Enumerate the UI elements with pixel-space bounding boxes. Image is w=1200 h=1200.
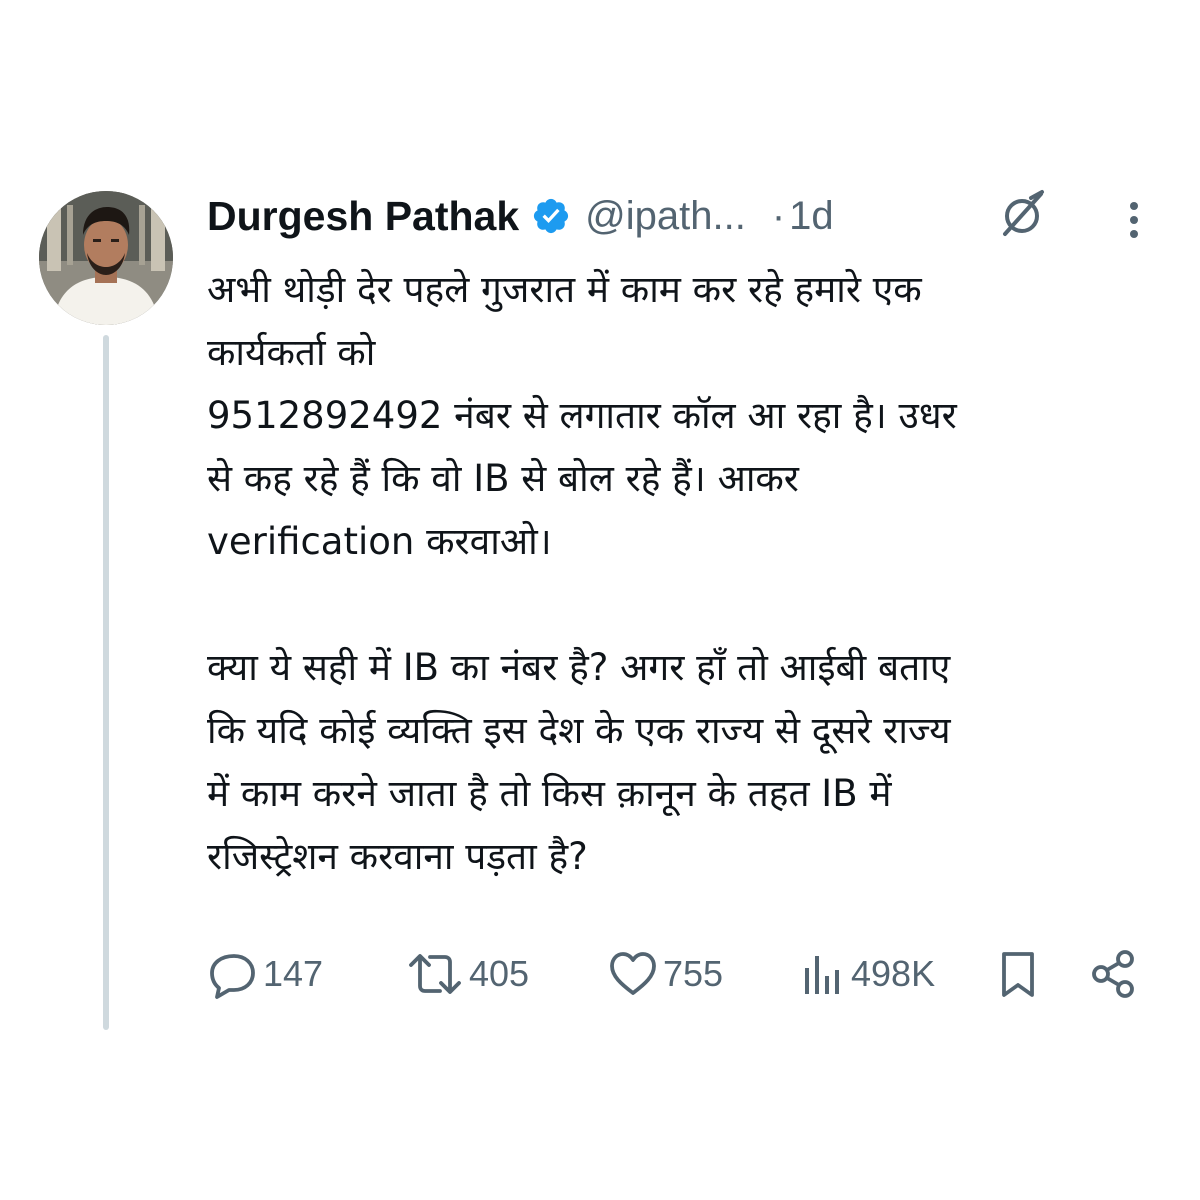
reply-button[interactable]: 147 bbox=[207, 944, 323, 1004]
retweet-count: 405 bbox=[469, 953, 530, 994]
share-icon bbox=[1092, 950, 1134, 998]
heart-icon bbox=[610, 952, 656, 995]
like-count: 755 bbox=[663, 953, 724, 994]
reply-icon bbox=[210, 954, 255, 999]
views-icon bbox=[805, 956, 839, 994]
views-button[interactable]: 498K bbox=[799, 944, 935, 1004]
tweet-text: अभी थोड़ी देर पहले गुजरात में काम कर रहे… bbox=[207, 258, 1182, 888]
separator-dot: · bbox=[771, 193, 786, 238]
like-button[interactable]: 755 bbox=[607, 944, 723, 1004]
retweet-button[interactable]: 405 bbox=[405, 944, 529, 1004]
author-name[interactable]: Durgesh Pathak bbox=[207, 193, 519, 240]
thread-line bbox=[103, 335, 109, 1030]
author-handle[interactable]: @ipath... bbox=[585, 194, 746, 239]
tweet-paragraph-1: अभी थोड़ी देर पहले गुजरात में काम कर रहे… bbox=[207, 268, 957, 563]
avatar[interactable] bbox=[39, 191, 173, 325]
reply-count: 147 bbox=[263, 953, 324, 994]
tweet-actions: 147 405 755 498K bbox=[207, 944, 1147, 1004]
verified-badge-icon bbox=[531, 196, 571, 236]
share-button[interactable] bbox=[1087, 944, 1143, 1004]
bookmark-button[interactable] bbox=[995, 944, 1041, 1004]
views-count: 498K bbox=[851, 953, 936, 994]
grok-icon[interactable] bbox=[995, 186, 1051, 242]
more-options-icon[interactable] bbox=[1118, 196, 1150, 244]
avatar-image bbox=[39, 191, 173, 325]
bookmark-icon bbox=[1002, 952, 1034, 997]
tweet-paragraph-2: क्या ये सही में IB का नंबर है? अगर हाँ त… bbox=[207, 646, 951, 878]
tweet-page: Durgesh Pathak @ipath... · 1d अभी थोड़ी … bbox=[0, 0, 1200, 1200]
retweet-icon bbox=[409, 954, 461, 994]
tweet-timestamp[interactable]: 1d bbox=[789, 194, 834, 239]
